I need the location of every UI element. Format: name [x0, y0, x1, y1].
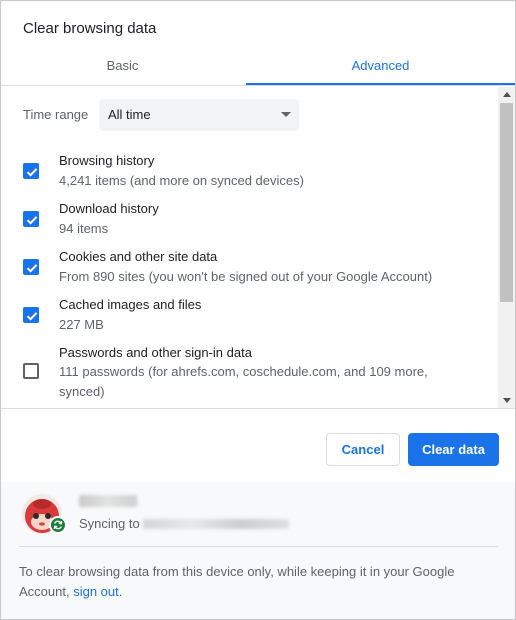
sync-status-icon: [49, 516, 67, 534]
footer-message: To clear browsing data from this device …: [19, 562, 489, 602]
option-title: Browsing history: [59, 153, 155, 168]
sign-out-link[interactable]: sign out: [73, 584, 119, 599]
download-history-checkbox[interactable]: [23, 211, 39, 227]
account-name-redacted: [79, 495, 137, 507]
scroll-down-arrow-icon[interactable]: [503, 398, 511, 403]
option-subtitle: 94 items: [59, 221, 109, 236]
tab-basic[interactable]: Basic: [1, 51, 244, 86]
active-tab-indicator: [246, 83, 515, 85]
clear-data-button[interactable]: Clear data: [408, 433, 499, 466]
footer-divider: [19, 546, 498, 547]
account-email-redacted: [143, 519, 289, 529]
dropdown-arrow-icon: [281, 112, 291, 117]
scroll-up-arrow-icon[interactable]: [503, 92, 511, 97]
vertical-scrollbar[interactable]: [498, 87, 515, 408]
clear-browsing-data-dialog: Clear browsing data Basic Advanced Time …: [0, 0, 516, 620]
options-scroll-area[interactable]: Time range All time Browsing history 4,2…: [1, 87, 515, 409]
sync-arrows-icon: [53, 520, 63, 530]
option-subtitle: From 890 sites (you won't be signed out …: [59, 269, 433, 284]
cookies-checkbox[interactable]: [23, 259, 39, 275]
passwords-checkbox[interactable]: [23, 363, 39, 379]
option-subtitle: 4,241 items (and more on synced devices): [59, 173, 304, 188]
checkmark-icon: [26, 216, 38, 225]
tab-advanced[interactable]: Advanced: [246, 51, 515, 86]
browsing-history-checkbox[interactable]: [23, 163, 39, 179]
dialog-title: Clear browsing data: [23, 20, 157, 37]
cached-images-checkbox[interactable]: [23, 307, 39, 323]
scrollbar-thumb[interactable]: [500, 103, 513, 302]
option-title: Cached images and files: [59, 297, 202, 312]
checkmark-icon: [26, 264, 38, 273]
account-footer: Syncing to To clear browsing data from t…: [1, 482, 515, 619]
option-subtitle: 111 passwords (for ahrefs.com, coschedul…: [59, 364, 428, 399]
option-title: Download history: [59, 201, 159, 216]
option-title: Cookies and other site data: [59, 249, 218, 264]
time-range-select[interactable]: All time: [99, 99, 299, 131]
syncing-label: Syncing to: [79, 516, 140, 531]
tab-bar: Basic Advanced: [1, 51, 515, 86]
option-subtitle: 227 MB: [59, 317, 104, 332]
checkmark-icon: [26, 312, 38, 321]
cancel-button[interactable]: Cancel: [326, 433, 400, 466]
time-range-label: Time range: [23, 107, 89, 122]
checkmark-icon: [26, 168, 38, 177]
option-title: Passwords and other sign-in data: [59, 345, 252, 360]
time-range-value: All time: [108, 107, 151, 122]
footer-text-after-link: .: [118, 584, 123, 599]
